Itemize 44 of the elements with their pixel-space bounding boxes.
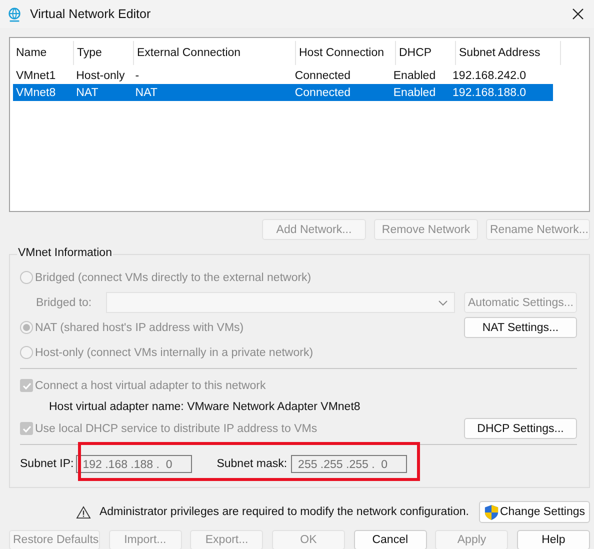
subnet-ip-field[interactable]: 192 .168 .188 . 0 — [76, 455, 192, 473]
table-cell-text: Connected — [294, 86, 352, 98]
table-cell-text: VMnet8 — [15, 86, 57, 98]
dialog-button[interactable]: Help — [516, 530, 590, 549]
table-cell-text: Connected — [294, 70, 352, 82]
shield-icon — [484, 504, 499, 520]
globe-icon — [7, 6, 22, 22]
group-title: VMnet Information — [17, 247, 113, 259]
subnet-mask-label: Subnet mask: — [216, 458, 288, 470]
table-cell-text: - — [134, 70, 140, 82]
change-settings-button[interactable]: Change Settings — [478, 501, 590, 523]
table-cell-text: NAT — [75, 86, 100, 98]
checkbox-label: Connect a host virtual adapter to this network — [35, 380, 266, 392]
notice-text: Administrator privileges are required to modify the network configuration. — [99, 506, 469, 518]
table-cell-text: 192.168.242.0 — [452, 70, 528, 82]
bridged-to-label: Bridged to: — [36, 296, 93, 308]
table-cell-text: Host-only — [75, 70, 126, 82]
table-cell-text: 192.168.188.0 — [452, 86, 528, 98]
network-row[interactable]: VMnet1 Host-only - Connected Enabled 192.168.242.0 — [13, 67, 553, 84]
radio-label: NAT (shared host's IP address with VMs) — [35, 322, 244, 334]
nat-settings-button[interactable]: NAT Settings... — [464, 317, 577, 338]
table-cell-text: NAT — [134, 86, 158, 98]
column-header[interactable]: DHCP — [396, 41, 456, 65]
dhcp-settings-button[interactable]: DHCP Settings... — [464, 418, 577, 439]
radio-label: Host-only (connect VMs internally in a private network) — [35, 346, 314, 358]
table-cell-text: Enabled — [392, 86, 437, 98]
close-icon[interactable] — [572, 8, 584, 20]
column-header[interactable]: Host Connection — [296, 41, 396, 65]
table-cell-text: Enabled — [392, 70, 437, 82]
radio-label: Bridged (connect VMs directly to the external network) — [35, 272, 312, 284]
warning-icon — [76, 506, 92, 518]
table-cell-text: VMnet1 — [15, 70, 57, 82]
column-header[interactable]: External Connection — [134, 41, 296, 65]
subnet-mask-field[interactable]: 255 .255 .255 . 0 — [291, 455, 408, 473]
dialog-button[interactable]: Cancel — [354, 530, 427, 549]
column-header[interactable]: Name — [13, 41, 74, 65]
checkbox-label: Use local DHCP service to distribute IP address to VMs — [35, 422, 318, 434]
window-title: Virtual Network Editor — [30, 7, 152, 21]
column-header[interactable]: Subnet Address — [456, 41, 561, 65]
adapter-name-text: Host virtual adapter name: VMware Network Adapter VMnet8 — [48, 400, 362, 415]
chevron-down-icon — [438, 300, 448, 306]
network-row[interactable]: VMnet8 NAT NAT Connected Enabled 192.168.188.0 — [13, 84, 553, 101]
subnet-ip-label: Subnet IP: — [20, 458, 74, 470]
column-header[interactable]: Type — [74, 41, 134, 65]
